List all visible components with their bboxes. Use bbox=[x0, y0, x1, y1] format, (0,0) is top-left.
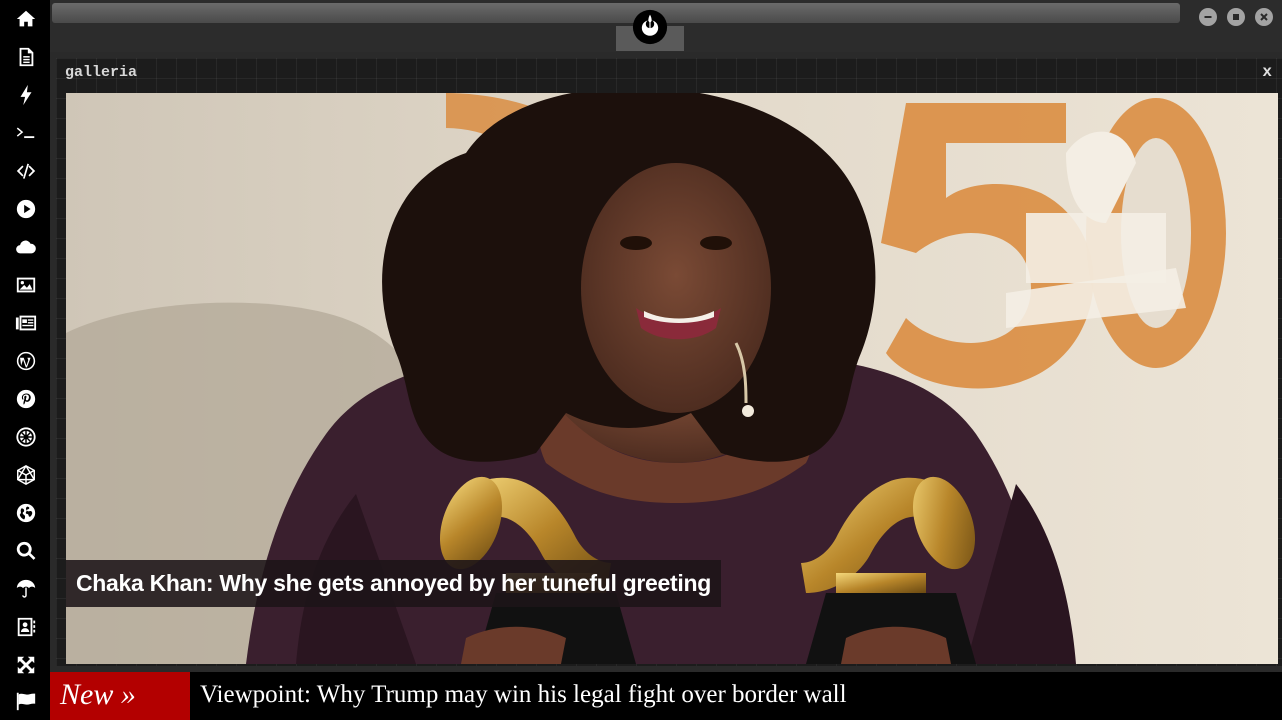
panel-close-button[interactable]: x bbox=[1262, 63, 1272, 81]
ticker-headline[interactable]: Viewpoint: Why Trump may win his legal f… bbox=[200, 672, 847, 720]
rebel-alliance-icon[interactable] bbox=[631, 8, 669, 46]
maximize-button[interactable] bbox=[1227, 8, 1245, 26]
umbrella-icon[interactable] bbox=[13, 576, 39, 602]
news-ticker: New » Viewpoint: Why Trump may win his l… bbox=[50, 672, 1282, 720]
expand-icon[interactable] bbox=[13, 652, 39, 678]
sidebar bbox=[0, 0, 50, 720]
top-bar bbox=[50, 0, 1282, 52]
panel-title: galleria bbox=[65, 64, 138, 81]
terminal-icon[interactable] bbox=[13, 120, 39, 146]
wordpress-icon[interactable] bbox=[13, 348, 39, 374]
gallery-photo[interactable]: Chaka Khan: Why she gets annoyed by her … bbox=[66, 93, 1278, 664]
address-bar[interactable] bbox=[52, 3, 1180, 23]
document-icon[interactable] bbox=[13, 44, 39, 70]
close-window-button[interactable] bbox=[1255, 8, 1273, 26]
bolt-icon[interactable] bbox=[13, 82, 39, 108]
flag-icon[interactable] bbox=[13, 688, 39, 714]
cloud-icon[interactable] bbox=[13, 234, 39, 260]
globe-icon[interactable] bbox=[13, 500, 39, 526]
minimize-button[interactable] bbox=[1199, 8, 1217, 26]
code-icon[interactable] bbox=[13, 158, 39, 184]
image-icon[interactable] bbox=[13, 272, 39, 298]
ticker-new-label: New » bbox=[50, 672, 190, 720]
galactic-empire-icon[interactable] bbox=[13, 424, 39, 450]
photo-caption[interactable]: Chaka Khan: Why she gets annoyed by her … bbox=[66, 560, 721, 607]
play-icon[interactable] bbox=[13, 196, 39, 222]
close-icon bbox=[1260, 13, 1268, 21]
galleria-panel: galleria x Chaka Khan: Why she gets anno… bbox=[56, 58, 1282, 666]
network-icon[interactable] bbox=[13, 462, 39, 488]
newspaper-icon[interactable] bbox=[13, 310, 39, 336]
search-icon[interactable] bbox=[13, 538, 39, 564]
home-icon[interactable] bbox=[13, 6, 39, 32]
minimize-icon bbox=[1204, 16, 1212, 18]
contact-card-icon[interactable] bbox=[13, 614, 39, 640]
pinterest-icon[interactable] bbox=[13, 386, 39, 412]
maximize-icon bbox=[1233, 14, 1239, 20]
